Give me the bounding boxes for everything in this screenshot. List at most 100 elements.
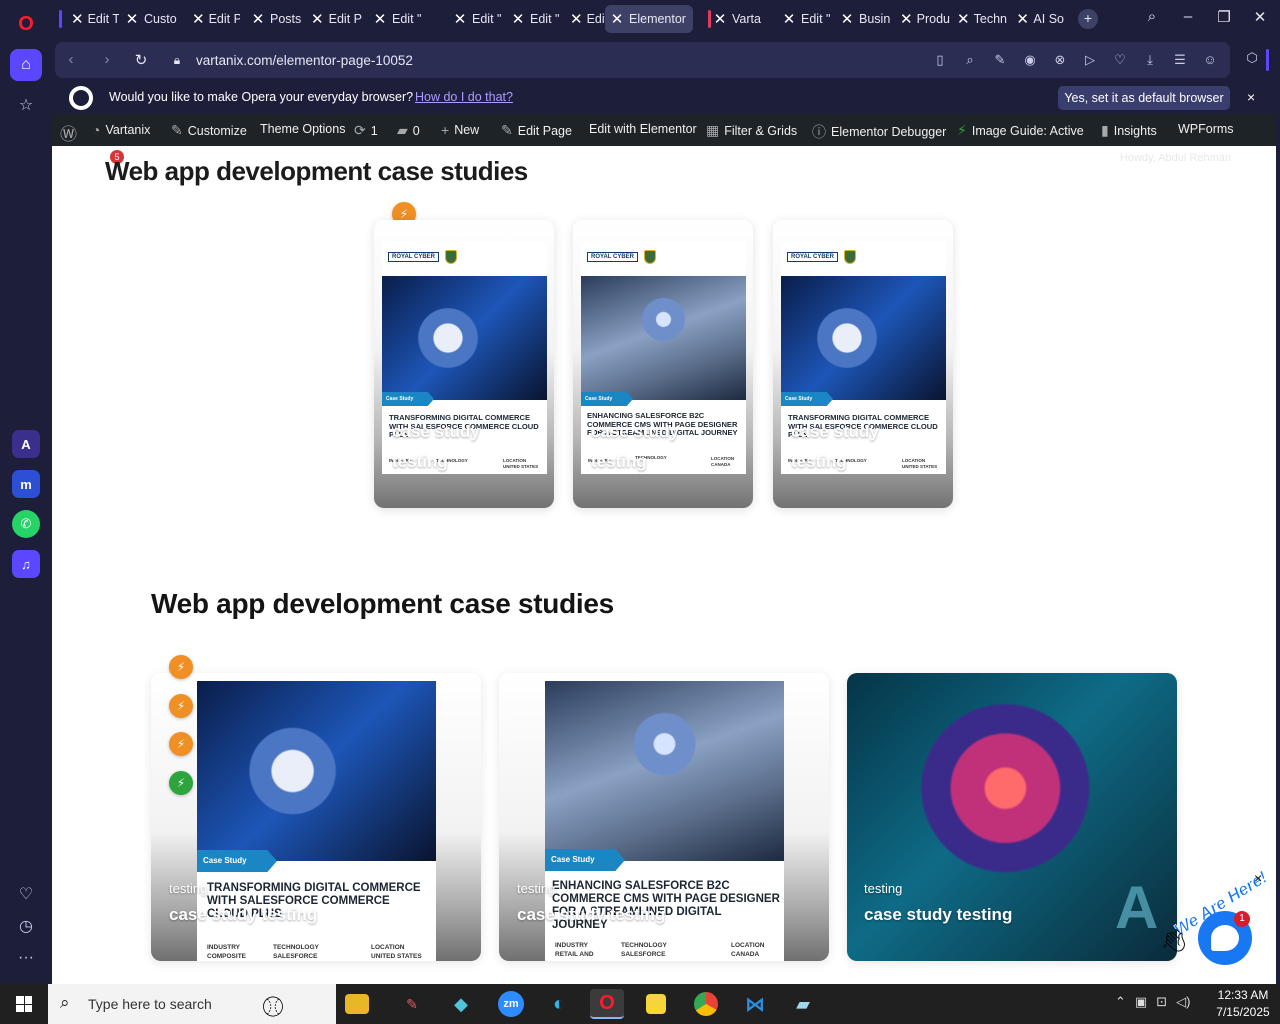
browser-tab[interactable]: ✕ Edit " — [368, 5, 422, 33]
case-study-card[interactable]: Case Study Transforming Digital Commerce… — [151, 673, 481, 961]
reload-icon[interactable]: ↻ — [131, 51, 151, 69]
extensions-cube-icon[interactable]: ⬡ — [1243, 50, 1261, 66]
elementor-edit-icon[interactable]: ⚡ — [169, 694, 193, 718]
admin-elementor-debugger-link[interactable]: ⓘ Elementor Debugger — [812, 122, 946, 142]
admin-site-link[interactable]: ◔ Vartanix — [92, 122, 150, 138]
admin-filter-grids-link[interactable]: ▦ Filter & Grids — [706, 122, 797, 139]
edge-icon[interactable]: ◐ — [542, 989, 576, 1019]
messenger-icon[interactable]: m — [12, 470, 40, 498]
admin-image-guide-link[interactable]: ⚡ Image Guide: Active — [957, 122, 1084, 139]
sticky-notes-icon[interactable] — [646, 994, 666, 1014]
back-icon[interactable]: ‹ — [61, 51, 81, 68]
browser-tab[interactable]: ✕ Elementor — [605, 5, 693, 33]
meta-technology: Technology — [621, 942, 667, 949]
forward-icon[interactable]: › — [97, 51, 117, 68]
browser-tab[interactable]: ✕ Edit P — [306, 5, 362, 33]
browser-tab[interactable]: ✕ Produ — [896, 5, 950, 33]
browser-tab[interactable]: ✕ Edit P — [188, 5, 240, 33]
camera-icon[interactable]: ◉ — [1021, 52, 1039, 68]
send-icon[interactable]: ▷ — [1081, 52, 1099, 68]
admin-edit-page-link[interactable]: ✎ Edit Page — [501, 122, 572, 139]
minimize-icon[interactable]: – — [1176, 8, 1200, 25]
close-window-icon[interactable]: ✕ — [1248, 8, 1272, 26]
meta-industry: Industry — [555, 942, 588, 949]
browser-tab[interactable]: ✕ Custo — [120, 5, 182, 33]
network-icon[interactable]: ⊡ — [1156, 994, 1167, 1010]
home-icon[interactable]: ⌂ — [10, 49, 42, 81]
pencil-icon: ✎ — [501, 122, 513, 138]
more-dots-icon[interactable]: ··· — [10, 942, 42, 974]
wp-logo-icon[interactable]: Ⓦ — [60, 120, 77, 145]
card-overlay-top: case study — [791, 422, 879, 441]
howdy-user[interactable]: Howdy, Abdul Rehman — [1120, 152, 1231, 164]
taskbar-clock[interactable]: 12:33 AM 7/15/2025 — [1208, 987, 1278, 1021]
download-icon[interactable]: ⤓ — [1141, 52, 1159, 68]
case-study-card[interactable]: ROYAL CYBER Case Study Transforming Digi… — [773, 220, 953, 508]
admin-wpforms-link[interactable]: WPForms — [1178, 122, 1234, 136]
browser-tab[interactable]: ✕ Busin — [835, 5, 891, 33]
tray-overflow-icon[interactable]: ⌃ — [1115, 994, 1126, 1010]
admin-customize-link[interactable]: ✎ Customize — [171, 122, 247, 139]
edit-icon[interactable]: ✎ — [991, 52, 1009, 68]
case-study-card[interactable]: A testing case study testing — [847, 673, 1177, 961]
case-study-card[interactable]: ROYAL CYBER Case Study Transforming Digi… — [374, 220, 554, 508]
new-tab-icon[interactable]: + — [1078, 9, 1098, 29]
browser-tab[interactable]: ✕ Posts — [246, 5, 302, 33]
admin-edit-elementor-link[interactable]: Edit with Elementor — [589, 122, 697, 136]
how-do-i-link[interactable]: How do I do that? — [415, 90, 513, 104]
favorites-heart-icon[interactable]: ♡ — [10, 878, 42, 910]
aria-app-icon[interactable]: A — [12, 430, 40, 458]
volume-icon[interactable]: ◁) — [1176, 994, 1190, 1010]
elementor-edit-icon[interactable]: ⚡ — [169, 732, 193, 756]
app-diamond-icon[interactable]: ◆ — [444, 989, 478, 1019]
elementor-edit-icon[interactable]: ⚡ — [169, 655, 193, 679]
url-text[interactable]: vartanix.com/elementor-page-10052 — [196, 53, 413, 68]
whatsapp-icon[interactable]: ✆ — [12, 510, 40, 538]
tray-app-icon[interactable]: ▣ — [1135, 994, 1147, 1010]
browser-tab[interactable]: ✕ Edit " — [777, 5, 831, 33]
profile-icon[interactable]: ☺ — [1201, 52, 1219, 67]
case-study-card[interactable]: Case Study Enhancing Salesforce B2C Comm… — [499, 673, 829, 961]
history-clock-icon[interactable]: ◷ — [10, 910, 42, 942]
elementor-edit-icon[interactable]: ⚡ — [169, 771, 193, 795]
chat-close-icon[interactable]: × — [1254, 870, 1262, 886]
windows-logo-icon — [16, 996, 32, 1012]
reader-icon[interactable]: ▯ — [931, 52, 949, 68]
bookmarks-icon[interactable]: ☆ — [10, 89, 42, 121]
admin-theme-options-link[interactable]: Theme Options — [260, 122, 345, 136]
vscode-icon[interactable]: ⋈ — [738, 989, 772, 1019]
address-bar[interactable]: ‹ › ↻ 🔒︎ vartanix.com/elementor-page-100… — [55, 42, 1230, 78]
find-icon[interactable]: ⌕ — [961, 52, 979, 68]
admin-new-link[interactable]: + New — [441, 122, 479, 138]
chrome-icon[interactable] — [689, 989, 723, 1019]
set-default-button[interactable]: Yes, set it as default browser — [1058, 86, 1230, 110]
app-tile-icon[interactable]: ▰ — [786, 989, 820, 1019]
browser-tab[interactable]: ✕ Edit T — [67, 5, 119, 33]
admin-comments-link[interactable]: ▰ 0 — [397, 122, 420, 139]
browser-tab[interactable]: ✕ Edit " — [448, 5, 502, 33]
restore-icon[interactable]: ❐ — [1212, 8, 1236, 26]
browser-tab[interactable]: ✕ AI So — [1012, 5, 1064, 33]
case-study-card[interactable]: ROYAL CYBER Case Study Enhancing Salesfo… — [573, 220, 753, 508]
close-prompt-icon[interactable]: × — [1247, 89, 1255, 105]
opera-menu-icon[interactable]: O — [10, 8, 42, 40]
music-player-icon[interactable]: ♫ — [12, 550, 40, 578]
zoom-icon[interactable]: zm — [494, 989, 528, 1019]
browser-tab[interactable]: ✕ Varta — [708, 5, 770, 33]
file-explorer-icon[interactable] — [345, 994, 369, 1014]
easy-setup-icon[interactable]: ☰ — [1171, 52, 1189, 68]
case-study-tag: Case Study — [382, 392, 434, 406]
admin-updates-link[interactable]: ⟳ 1 — [354, 122, 378, 139]
meta-industry: Industry — [207, 944, 240, 951]
start-button[interactable] — [0, 984, 48, 1024]
admin-insights-link[interactable]: ▮ Insights — [1101, 122, 1157, 139]
paint-icon[interactable]: ✎ — [395, 989, 429, 1019]
tab-label: Techn — [973, 12, 1007, 26]
taskbar-search[interactable]: ⌕ Type here to search ⚾︎ — [48, 984, 336, 1024]
browser-tab[interactable]: ✕ Edit " — [506, 5, 560, 33]
opera-taskbar-icon[interactable]: O — [590, 989, 624, 1019]
tab-search-icon[interactable]: ⌕ — [1140, 8, 1164, 25]
heart-icon[interactable]: ♡ — [1111, 52, 1129, 68]
browser-tab[interactable]: ✕ Techn — [953, 5, 1007, 33]
adblock-icon[interactable]: ⊗ — [1051, 52, 1069, 68]
